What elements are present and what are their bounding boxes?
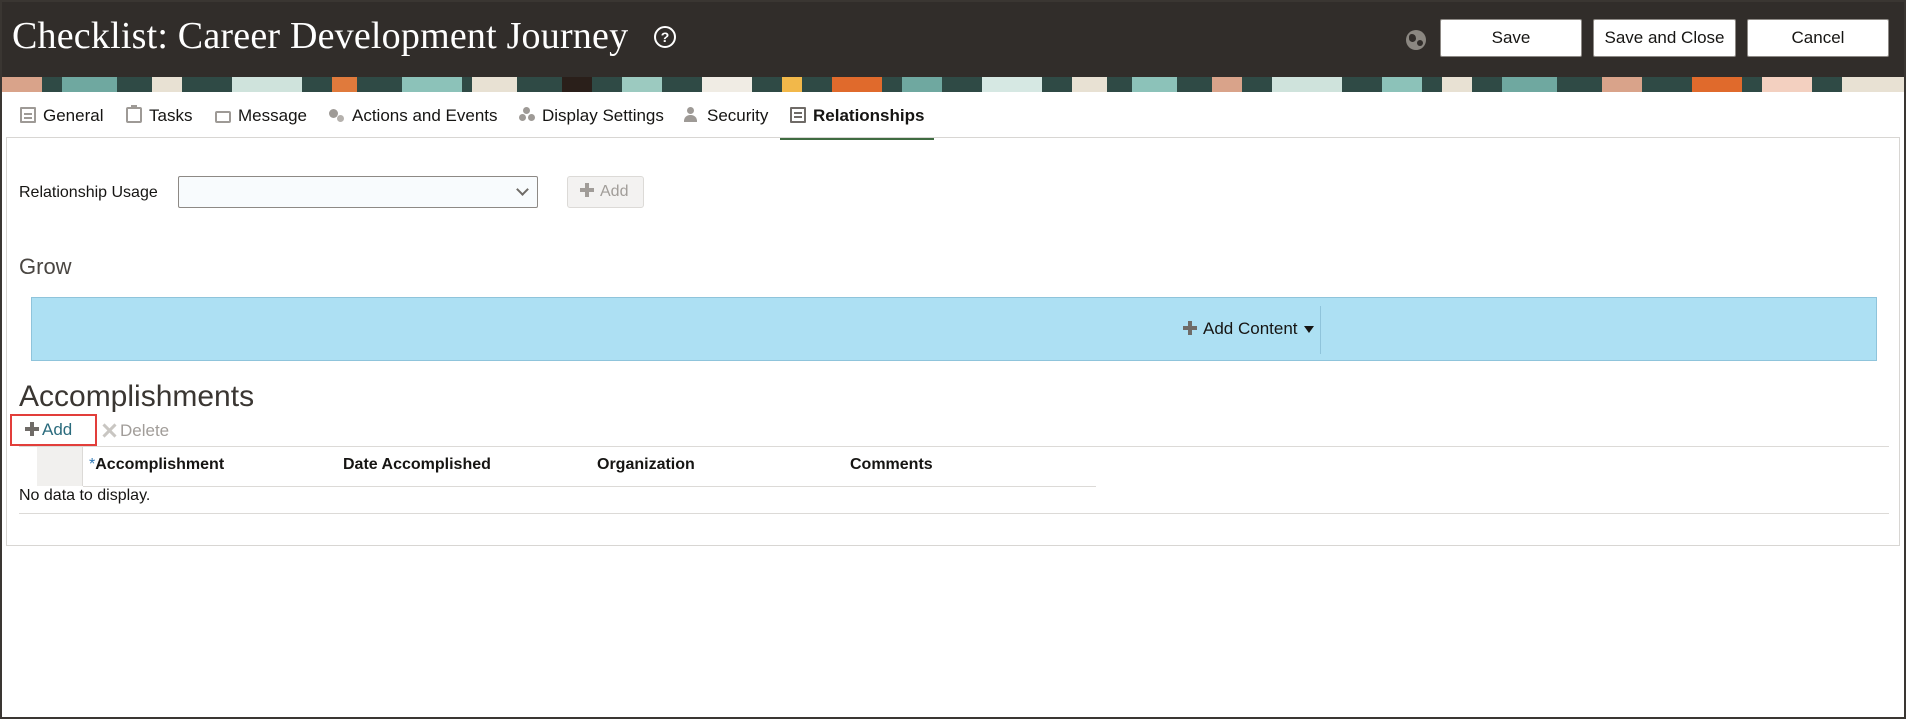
globe-icon[interactable] (1406, 30, 1426, 50)
tab-security[interactable]: Security (684, 106, 768, 136)
plus-icon (1183, 321, 1197, 335)
table-bottom-border (19, 513, 1889, 514)
message-icon (215, 111, 231, 123)
help-icon[interactable]: ? (654, 26, 676, 48)
accomplishments-delete-button[interactable]: Delete (102, 421, 169, 441)
table-top-border (19, 446, 1889, 447)
save-and-close-button[interactable]: Save and Close (1593, 19, 1736, 57)
relationships-icon (790, 107, 806, 123)
plus-icon (25, 422, 39, 436)
table-header-border (83, 486, 1096, 487)
delete-x-icon (102, 423, 116, 437)
grow-section-title: Grow (19, 254, 72, 279)
document-icon (20, 107, 36, 123)
column-header-comments[interactable]: Comments (850, 456, 933, 474)
table-empty-message: No data to display. (19, 487, 151, 504)
column-header-organization[interactable]: Organization (597, 456, 695, 474)
person-lock-icon (684, 107, 700, 123)
row-selector-column (37, 447, 83, 486)
tab-display-settings[interactable]: Display Settings (519, 106, 664, 136)
column-header-date-accomplished[interactable]: Date Accomplished (343, 456, 491, 474)
plus-icon (580, 183, 594, 197)
tab-message[interactable]: Message (215, 106, 307, 136)
add-content-menu-button[interactable]: Add Content (1183, 319, 1314, 339)
accomplishments-section-title: Accomplishments (19, 380, 255, 413)
tab-general[interactable]: General (20, 106, 103, 136)
tab-relationships[interactable]: Relationships (780, 106, 935, 140)
grow-bar-divider (1320, 306, 1321, 354)
caret-down-icon (1303, 326, 1314, 333)
tab-actions-and-events[interactable]: Actions and Events (329, 106, 498, 136)
relationship-add-button[interactable]: Add (567, 176, 644, 208)
relationship-usage-label: Relationship Usage (19, 184, 158, 201)
gears-icon (329, 107, 345, 123)
page-title: Checklist: Career Development Journey (12, 15, 629, 57)
cancel-button[interactable]: Cancel (1747, 19, 1889, 57)
chevron-down-icon[interactable] (516, 183, 529, 196)
relationship-usage-select[interactable] (178, 176, 538, 208)
save-button[interactable]: Save (1440, 19, 1582, 57)
tab-bar: General Tasks Message Actions and Events… (2, 96, 1904, 140)
accomplishments-add-button[interactable]: Add (10, 414, 97, 446)
clipboard-icon (126, 105, 142, 123)
dots-icon (519, 107, 535, 123)
tab-tasks[interactable]: Tasks (126, 105, 192, 136)
column-header-accomplishment[interactable]: *Accomplishment (89, 456, 224, 474)
page-header: Checklist: Career Development Journey ? … (2, 2, 1904, 77)
decorative-banner (2, 77, 1904, 92)
grow-content-bar: Add Content (31, 297, 1877, 361)
